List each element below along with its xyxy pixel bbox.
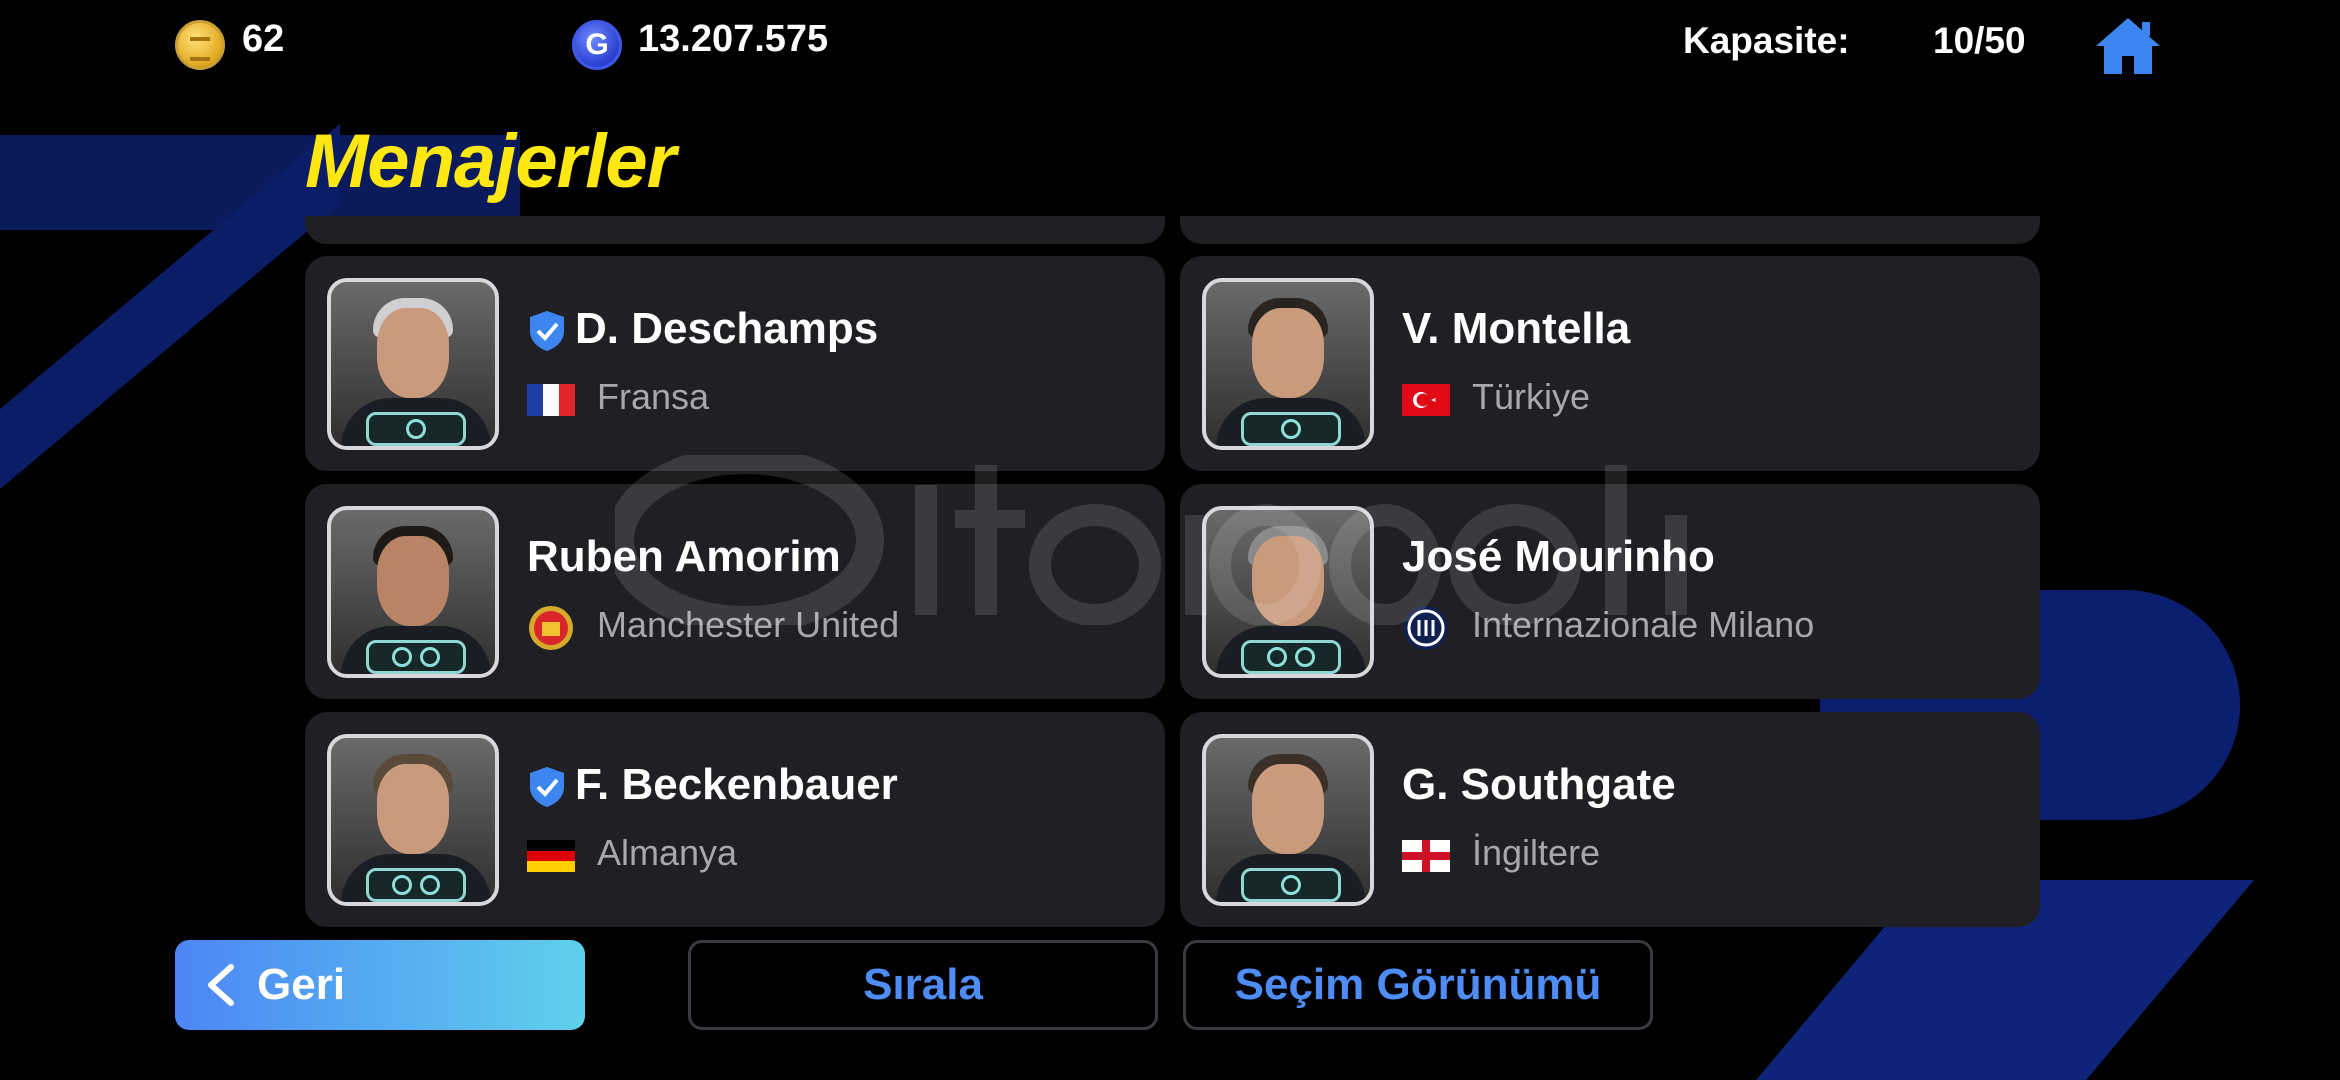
manager-card[interactable]: Ruben Amorim Manchester United xyxy=(305,484,1165,699)
inter-milan-crest-icon xyxy=(1404,606,1448,650)
manager-team: İngiltere xyxy=(1472,832,1601,873)
manager-team: Fransa xyxy=(597,376,710,417)
coin-balance: 62 xyxy=(242,18,285,60)
manager-name: V. Montella xyxy=(1402,304,1631,353)
manager-team: Internazionale Milano xyxy=(1472,604,1815,645)
manager-list: D. Deschamps Fransa V. Montella Türkiye … xyxy=(305,0,2040,930)
home-icon xyxy=(2096,18,2160,74)
chevron-left-icon xyxy=(208,964,234,1006)
manager-card-partial[interactable] xyxy=(1180,216,2040,244)
verified-shield-icon xyxy=(530,767,564,807)
france-flag-icon xyxy=(527,384,575,416)
manager-badge xyxy=(1241,640,1341,674)
turkey-flag-icon xyxy=(1402,384,1450,416)
manager-name: G. Southgate xyxy=(1402,760,1676,809)
manager-name: D. Deschamps xyxy=(575,304,879,353)
manager-badge xyxy=(1241,412,1341,446)
home-button[interactable] xyxy=(2094,14,2162,78)
manager-card[interactable]: D. Deschamps Fransa xyxy=(305,256,1165,471)
manager-card[interactable]: G. Southgate İngiltere xyxy=(1180,712,2040,927)
manchester-united-crest-icon xyxy=(529,606,573,650)
sort-button[interactable]: Sırala xyxy=(688,940,1158,1030)
manager-card[interactable]: V. Montella Türkiye xyxy=(1180,256,2040,471)
manager-card[interactable]: José Mourinho Internazionale Milano xyxy=(1180,484,2040,699)
manager-portrait xyxy=(327,278,499,450)
manager-portrait xyxy=(327,734,499,906)
manager-portrait xyxy=(1202,278,1374,450)
manager-portrait xyxy=(327,506,499,678)
manager-portrait xyxy=(1202,734,1374,906)
selection-view-button[interactable]: Seçim Görünümü xyxy=(1183,940,1653,1030)
manager-badge xyxy=(366,412,466,446)
manager-card-partial[interactable] xyxy=(305,216,1165,244)
manager-name: José Mourinho xyxy=(1402,532,1715,581)
manager-badge xyxy=(366,640,466,674)
manager-badge xyxy=(366,868,466,902)
manager-team: Manchester United xyxy=(597,604,900,645)
manager-portrait xyxy=(1202,506,1374,678)
manager-card[interactable]: F. Beckenbauer Almanya xyxy=(305,712,1165,927)
back-button-label: Geri xyxy=(257,960,346,1009)
verified-shield-icon xyxy=(530,311,564,351)
germany-flag-icon xyxy=(527,840,575,872)
manager-team: Türkiye xyxy=(1472,376,1591,417)
back-button[interactable]: Geri xyxy=(175,940,585,1030)
background-decoration xyxy=(0,123,340,557)
manager-badge xyxy=(1241,868,1341,902)
manager-name: F. Beckenbauer xyxy=(575,760,898,809)
england-flag-icon xyxy=(1402,840,1450,872)
efootball-coin-icon xyxy=(175,20,225,70)
manager-name: Ruben Amorim xyxy=(527,532,841,581)
manager-team: Almanya xyxy=(597,832,738,873)
